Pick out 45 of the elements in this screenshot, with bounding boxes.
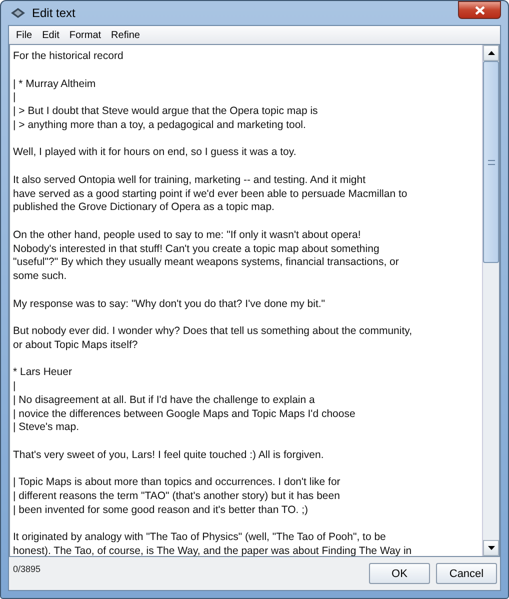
text-line: | bbox=[13, 380, 17, 394]
text-line: For the historical record bbox=[13, 50, 124, 64]
text-line: have served as a good starting point if we'd ever been able to persuade Macmillan to bbox=[13, 188, 408, 202]
text-area[interactable] bbox=[9, 44, 500, 557]
text-line: | bbox=[13, 91, 17, 105]
text-line: My response was to say: "Why don't you do that? I've done my bit." bbox=[13, 298, 326, 312]
text-line: | Steve's map. bbox=[13, 421, 80, 435]
menu-item[interactable]: Refine bbox=[106, 30, 145, 40]
text-line: | novice the differences between Google Maps and Topic Maps I'd choose bbox=[13, 408, 356, 422]
text-line: published the Grove Dictionary of Opera as a topic map. bbox=[13, 201, 276, 215]
text-line: It also served Ontopia well for training, marketing -- and testing. And it might bbox=[13, 174, 367, 188]
menu-item[interactable]: Format bbox=[64, 30, 106, 40]
character-count: 0/3895 bbox=[13, 564, 41, 574]
close-button[interactable] bbox=[458, 1, 501, 19]
scroll-up-button[interactable] bbox=[483, 45, 499, 61]
text-line: honest). The Tao, of course, is The Way, and the paper was about Finding The Way in bbox=[13, 545, 413, 556]
text-line: But nobody ever did. I wonder why? Does that tell us something about the community, bbox=[13, 325, 414, 339]
text-line: | different reasons the term "TAO" (that's another story) but it has been bbox=[13, 490, 341, 504]
text-line: Nobody's interested in that stuff! Can't you create a topic map about something bbox=[13, 242, 380, 256]
vertical-scrollbar[interactable] bbox=[482, 45, 499, 556]
down-arrow-icon bbox=[488, 546, 494, 550]
text-line: Well, I played with it for hours on end, so I guess it was a toy. bbox=[13, 146, 298, 160]
text-line: | Topic Maps is about more than topics and occurrences. I don't like for bbox=[13, 476, 342, 490]
text-line: On the other hand, people used to say to me: "If only it wasn't about opera! bbox=[13, 228, 362, 242]
app-icon bbox=[10, 7, 26, 19]
text-line: It originated by analogy with "The Tao of Physics" (well, "The Tao of Pooh", to be bbox=[13, 531, 387, 545]
text-line: | been invented for some good reason and it's better than TO. ;) bbox=[13, 504, 310, 518]
text-line: | No disagreement at all. But if I'd have the challenge to explain a bbox=[13, 394, 316, 408]
scroll-thumb[interactable] bbox=[483, 61, 499, 263]
text-line: That's very sweet of you, Lars! I feel quite touched :) All is forgiven. bbox=[13, 448, 325, 462]
dialog-button[interactable]: OK bbox=[369, 563, 430, 584]
window-title: Edit text bbox=[32, 6, 76, 20]
menu-item[interactable]: File bbox=[11, 30, 38, 40]
text-line: or about Topic Maps itself? bbox=[13, 338, 139, 352]
menu-item[interactable]: Edit bbox=[37, 30, 64, 40]
text-line: some such. bbox=[13, 270, 68, 284]
text-line: | > But I doubt that Steve would argue that the Opera topic map is bbox=[13, 105, 319, 119]
up-arrow-icon bbox=[488, 51, 494, 55]
dialog-button[interactable]: Cancel bbox=[436, 563, 497, 584]
text-line: "useful"?" By which they usually meant weapons systems, financial transactions, or bbox=[13, 256, 400, 270]
close-icon bbox=[474, 6, 484, 14]
scroll-down-button[interactable] bbox=[483, 540, 499, 556]
text-line: | * Murray Altheim bbox=[13, 78, 97, 92]
text-line: * Lars Heuer bbox=[13, 366, 73, 380]
text-line: | > anything more than a toy, a pedagogical and marketing tool. bbox=[13, 118, 307, 132]
